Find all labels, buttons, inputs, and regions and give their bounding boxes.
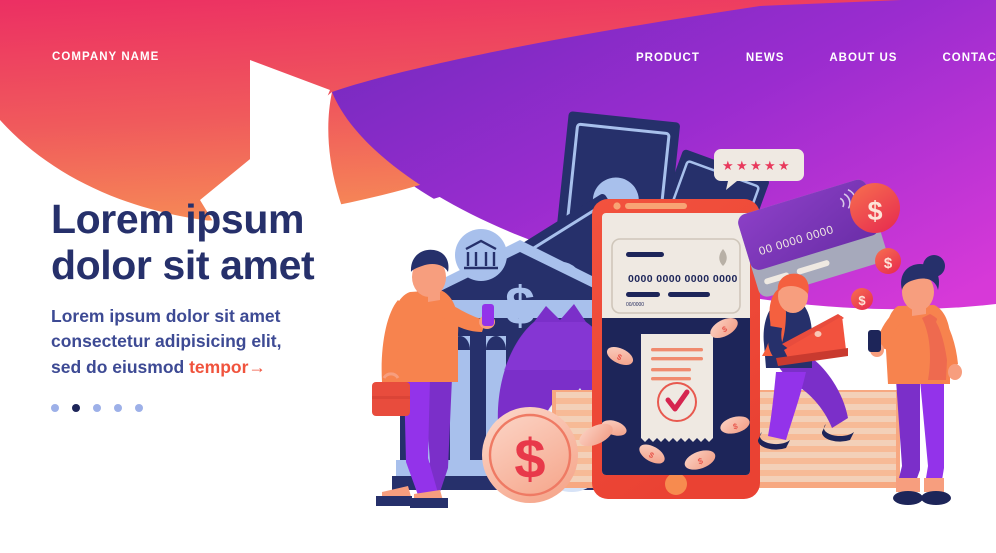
svg-text:$: $ (867, 196, 882, 226)
carousel-dot-2[interactable] (72, 404, 80, 412)
hero-illustration: $ 0000 0000 0000 0000 00/0000 $ $ $ $ $ … (0, 0, 996, 553)
svg-text:$: $ (884, 255, 893, 272)
nav-item-news[interactable]: NEWS (746, 52, 785, 64)
smartphone: 0000 0000 0000 0000 00/0000 $ $ $ $ $ (592, 199, 760, 499)
dollar-circle-small: $ (851, 288, 873, 310)
dollar-circle-large: $ (850, 183, 900, 233)
company-logo[interactable]: COMPANY NAME (52, 51, 159, 63)
carousel-dot-5[interactable] (135, 404, 143, 412)
receipt (641, 334, 713, 442)
svg-text:$: $ (514, 427, 545, 490)
svg-text:★: ★ (736, 158, 748, 173)
dollar-circle-medium: $ (875, 248, 901, 274)
phone-card-expiry: 00/0000 (626, 302, 644, 308)
svg-text:★: ★ (722, 158, 734, 173)
nav-item-product[interactable]: PRODUCT (636, 52, 700, 64)
nav-item-contacts[interactable]: CONTACTS (942, 52, 996, 64)
cta-link-tempor[interactable]: tempor (189, 357, 248, 377)
star-rating: ★ ★ ★ ★ ★ (722, 158, 790, 173)
bank-badge-icon (455, 229, 507, 281)
carousel-dot-4[interactable] (114, 404, 122, 412)
carousel-dot-3[interactable] (93, 404, 101, 412)
phone-card-number: 0000 0000 0000 0000 (628, 273, 738, 285)
svg-text:$: $ (858, 293, 866, 308)
landing-page-hero: $ 0000 0000 0000 0000 00/0000 $ $ $ $ $ … (0, 0, 996, 553)
nav-item-about-us[interactable]: ABOUT US (829, 52, 897, 64)
carousel-dots (51, 404, 143, 412)
main-navigation: PRODUCT NEWS ABOUT US CONTACTS (636, 52, 996, 64)
carousel-dot-1[interactable] (51, 404, 59, 412)
svg-text:★: ★ (778, 158, 790, 173)
svg-text:★: ★ (764, 158, 776, 173)
large-coin: $ (482, 407, 578, 503)
svg-text:★: ★ (750, 158, 762, 173)
